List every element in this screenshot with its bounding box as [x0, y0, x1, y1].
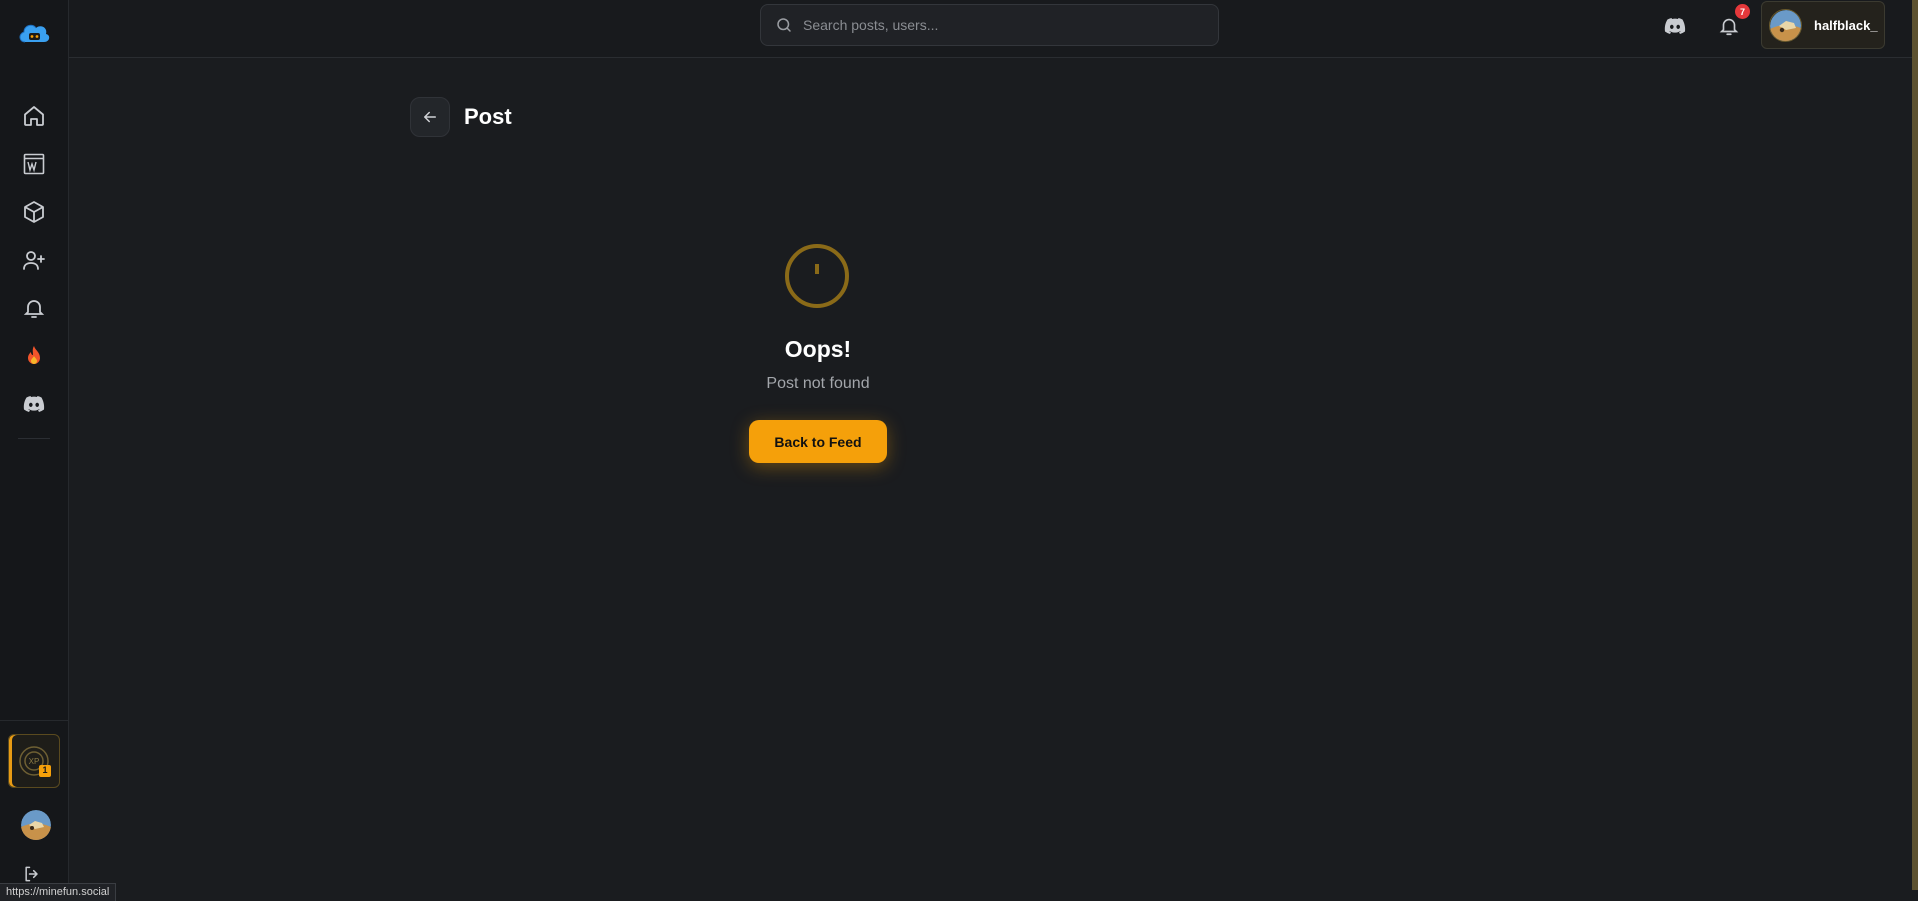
arrow-left-icon	[424, 111, 436, 123]
header-discord-button[interactable]	[1662, 13, 1688, 39]
notification-count-badge: 7	[1735, 4, 1750, 19]
status-bar-url: https://minefun.social	[0, 883, 117, 901]
wiki-icon	[23, 153, 45, 175]
alert-circle-icon	[785, 244, 849, 308]
user-plus-icon	[23, 251, 45, 270]
logout-icon	[25, 866, 38, 882]
scrollbar-thumb[interactable]	[1912, 0, 1918, 890]
sidebar-item-home[interactable]	[18, 100, 50, 132]
sidebar-avatar[interactable]	[21, 810, 51, 840]
sidebar-item-wiki[interactable]	[18, 148, 50, 180]
sidebar-item-mods[interactable]	[18, 196, 50, 228]
xp-label: XP	[29, 757, 40, 766]
back-button[interactable]	[410, 97, 450, 137]
username-label: halfblack_	[1814, 17, 1878, 33]
discord-icon	[1664, 18, 1686, 34]
app-logo-icon[interactable]	[17, 18, 51, 48]
back-to-feed-button[interactable]: Back to Feed	[749, 420, 887, 463]
bell-icon	[1719, 18, 1739, 36]
scrollbar[interactable]	[1912, 0, 1918, 901]
xp-level-badge: 1	[39, 765, 51, 777]
sidebar-bottom-divider	[0, 720, 69, 721]
app-root: XP 1 7	[0, 0, 1918, 901]
search-input[interactable]	[803, 17, 1203, 33]
top-header: 7 halfblack_	[69, 0, 1918, 58]
sidebar: XP 1	[0, 0, 69, 901]
sidebar-item-add-friend[interactable]	[18, 244, 50, 276]
discord-icon	[23, 396, 45, 412]
user-menu-button[interactable]: halfblack_	[1761, 1, 1885, 49]
search-icon	[777, 18, 791, 32]
sidebar-item-notifications[interactable]	[18, 292, 50, 324]
avatar	[1769, 8, 1802, 42]
cube-icon	[24, 201, 44, 223]
home-icon	[24, 106, 44, 126]
page-title: Post	[464, 104, 512, 129]
error-heading: Oops!	[784, 336, 852, 362]
bell-icon	[23, 300, 45, 318]
search-bar[interactable]	[760, 4, 1219, 46]
sidebar-divider	[18, 438, 50, 439]
xp-level-widget[interactable]: XP 1	[8, 734, 60, 788]
header-notifications-button[interactable]: 7	[1716, 4, 1750, 39]
error-message: Post not found	[766, 375, 870, 392]
